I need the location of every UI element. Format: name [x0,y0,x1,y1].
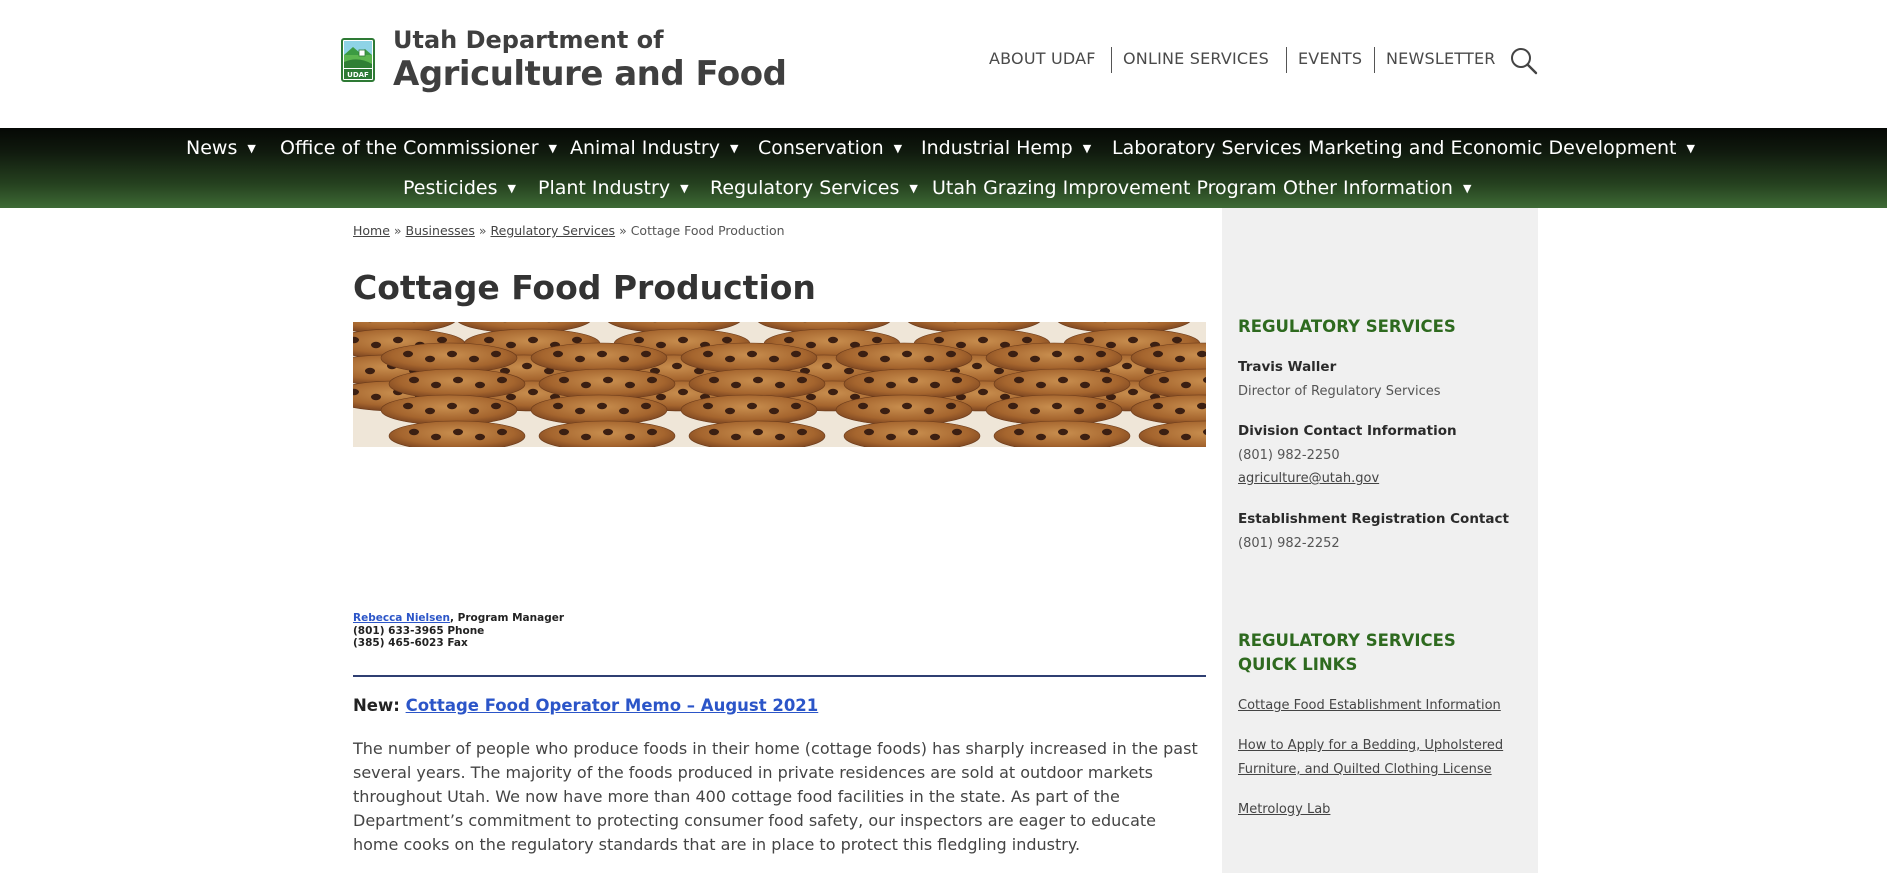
breadcrumb-separator: » [478,223,487,238]
quick-link-bedding-license[interactable]: How to Apply for a Bedding, Upholstered … [1238,734,1503,782]
director-title: Director of Regulatory Services [1238,384,1441,399]
chevron-down-icon: ▼ [1462,181,1472,195]
nav-label: Marketing and Economic Development [1308,137,1677,159]
nav-item-marketing[interactable]: Marketing and Economic Development ▼ [1308,137,1695,159]
nav-item-animal-industry[interactable]: Animal Industry ▼ [570,137,738,159]
registration-phone: (801) 982-2252 [1238,536,1340,551]
quick-links-heading: REGULATORY SERVICES QUICK LINKS [1238,629,1456,677]
nav-label: Office of the Commissioner [280,137,539,159]
division-phone: (801) 982-2250 [1238,448,1340,463]
registration-contact-label: Establishment Registration Contact [1238,511,1509,527]
quick-links-heading-line1: REGULATORY SERVICES [1238,631,1456,650]
about-udaf-link[interactable]: ABOUT UDAF [989,49,1096,68]
nav-item-conservation[interactable]: Conservation ▼ [758,137,902,159]
breadcrumb-businesses[interactable]: Businesses [406,223,475,238]
nav-item-laboratory-services[interactable]: Laboratory Services [1112,137,1302,159]
nav-label: Plant Industry [538,177,671,199]
nav-label: Utah Grazing Improvement Program [932,177,1277,199]
nav-item-other-information[interactable]: Other Information ▼ [1283,177,1471,199]
site-header: UDAF Utah Department of Agriculture and … [0,0,1887,128]
utility-nav: ABOUT UDAF ONLINE SERVICES EVENTS NEWSLE… [0,47,1887,75]
chevron-down-icon: ▼ [247,141,256,155]
chevron-down-icon: ▼ [893,141,903,155]
sidebar-heading: REGULATORY SERVICES [1238,317,1456,336]
program-manager-role: , Program Manager [450,612,565,624]
division-email-link[interactable]: agriculture@utah.gov [1238,467,1379,491]
memo-announcement: New: Cottage Food Operator Memo – August… [353,696,818,715]
chevron-down-icon: ▼ [729,141,739,155]
nav-label: Other Information [1283,177,1453,199]
intro-paragraph: The number of people who produce foods i… [353,739,1198,854]
memo-link[interactable]: Cottage Food Operator Memo – August 2021 [406,696,819,715]
nav-item-regulatory-services[interactable]: Regulatory Services ▼ [710,177,918,199]
nav-label: Conservation [758,137,884,159]
newsletter-link[interactable]: NEWSLETTER [1386,49,1496,68]
sidebar: REGULATORY SERVICES Travis Waller Direct… [1222,208,1538,873]
events-link[interactable]: EVENTS [1298,49,1362,68]
program-manager-fax: (385) 465-6023 Fax [353,637,468,649]
nav-label: Pesticides [403,177,498,199]
quick-link-bedding-line1: How to Apply for a Bedding, Upholstered [1238,738,1504,753]
chevron-down-icon: ▼ [909,181,918,195]
director-name: Travis Waller [1238,359,1337,375]
nav-label: Industrial Hemp [921,137,1073,159]
breadcrumb-separator: » [393,223,402,238]
breadcrumb-home[interactable]: Home [353,223,390,238]
cookies-banner-image [353,322,1206,447]
chevron-down-icon: ▼ [1686,141,1695,155]
online-services-link[interactable]: ONLINE SERVICES [1123,49,1269,68]
search-icon[interactable] [1509,46,1539,76]
utility-separator [1111,47,1112,73]
program-manager-link[interactable]: Rebecca Nielsen [353,612,450,624]
chevron-down-icon: ▼ [1082,141,1092,155]
breadcrumb-current: Cottage Food Production [630,223,785,238]
section-divider [353,675,1206,677]
nav-label: Laboratory Services [1112,137,1302,159]
memo-prefix: New: [353,696,400,715]
quick-link-metrology-lab[interactable]: Metrology Lab [1238,798,1330,822]
division-contact-label: Division Contact Information [1238,423,1457,439]
nav-label: News [186,137,238,159]
nav-label: Animal Industry [570,137,720,159]
nav-item-pesticides[interactable]: Pesticides ▼ [403,177,516,199]
utility-separator [1286,47,1287,73]
quick-link-bedding-line2: Furniture, and Quilted Clothing License [1238,762,1492,777]
chevron-down-icon: ▼ [507,181,516,195]
nav-item-industrial-hemp[interactable]: Industrial Hemp ▼ [921,137,1091,159]
main-nav: News ▼ Office of the Commissioner ▼ Animal… [0,128,1887,208]
quick-links-heading-line2: QUICK LINKS [1238,655,1358,674]
utility-separator [1374,47,1375,73]
chevron-down-icon: ▼ [548,141,557,155]
program-manager-contact: Rebecca Nielsen, Program Manager (801) 6… [353,612,564,650]
page-title: Cottage Food Production [353,268,816,307]
breadcrumb-separator: » [619,223,627,238]
nav-item-news[interactable]: News ▼ [186,137,256,159]
program-manager-phone: (801) 633-3965 Phone [353,624,485,637]
nav-item-commissioner[interactable]: Office of the Commissioner ▼ [280,137,557,159]
nav-label: Regulatory Services [710,177,900,199]
breadcrumb: Home » Businesses » Regulatory Services … [353,223,785,238]
quick-link-cottage-food[interactable]: Cottage Food Establishment Information [1238,694,1501,718]
nav-item-plant-industry[interactable]: Plant Industry ▼ [538,177,689,199]
chevron-down-icon: ▼ [680,181,689,195]
nav-item-grazing-program[interactable]: Utah Grazing Improvement Program [932,177,1277,199]
breadcrumb-regulatory[interactable]: Regulatory Services [491,223,616,238]
